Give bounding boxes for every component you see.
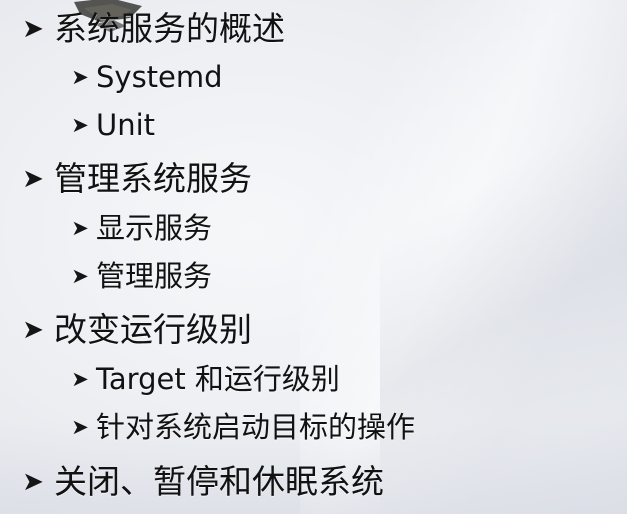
outline-item-1: ➤ 系统服务的概述	[20, 12, 285, 45]
slide-outline: ➤ 系统服务的概述 ➤ Systemd ➤ Unit ➤ 管理系统服务 ➤ 显示…	[0, 0, 627, 514]
outline-subitem-3-1: ➤ Target 和运行级别	[70, 365, 340, 394]
outline-subitem-label: Unit	[96, 108, 156, 142]
arrowhead-bullet-icon: ➤	[22, 314, 44, 345]
outline-subitem-label: Target 和运行级别	[96, 362, 340, 396]
arrowhead-bullet-icon: ➤	[71, 65, 89, 89]
arrowhead-bullet-icon: ➤	[71, 367, 89, 391]
arrowhead-bullet-icon: ➤	[71, 264, 89, 288]
outline-item-label: 管理系统服务	[54, 159, 252, 198]
outline-subitem-label: 针对系统启动目标的操作	[96, 410, 416, 444]
outline-subitem-label: 管理服务	[96, 259, 213, 293]
outline-item-label: 关闭、暂停和休眠系统	[54, 462, 384, 501]
outline-subitem-1-1: ➤ Systemd	[70, 60, 223, 94]
outline-subitem-2-1: ➤ 显示服务	[70, 214, 212, 243]
arrowhead-bullet-icon: ➤	[22, 466, 44, 497]
outline-subitem-label: Systemd	[96, 60, 223, 94]
arrowhead-bullet-icon: ➤	[71, 216, 89, 240]
outline-subitem-1-2: ➤ Unit	[70, 111, 155, 140]
outline-subitem-label: 显示服务	[96, 211, 213, 245]
arrowhead-bullet-icon: ➤	[22, 13, 44, 44]
outline-subitem-3-2: ➤ 针对系统启动目标的操作	[70, 413, 415, 442]
outline-item-label: 改变运行级别	[54, 310, 252, 349]
outline-item-4: ➤ 关闭、暂停和休眠系统	[20, 465, 384, 498]
arrowhead-bullet-icon: ➤	[71, 415, 89, 439]
outline-item-label: 系统服务的概述	[54, 9, 285, 48]
outline-item-3: ➤ 改变运行级别	[20, 313, 252, 346]
arrowhead-bullet-icon: ➤	[71, 113, 89, 137]
outline-subitem-2-2: ➤ 管理服务	[70, 262, 212, 291]
arrowhead-bullet-icon: ➤	[22, 163, 44, 194]
outline-item-2: ➤ 管理系统服务	[20, 162, 252, 195]
